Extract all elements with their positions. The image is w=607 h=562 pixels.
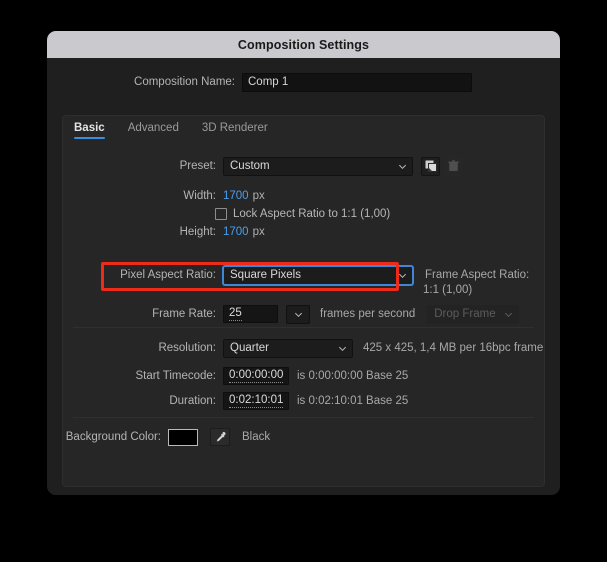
- background-color-row: Background Color: Black: [63, 427, 546, 447]
- composition-name-row: Composition Name:: [47, 72, 560, 92]
- resolution-value: Quarter: [230, 342, 269, 354]
- preset-row: Preset: Custom: [63, 156, 546, 176]
- chevron-down-icon: [338, 344, 347, 353]
- frame-rate-label: Frame Rate:: [63, 308, 223, 320]
- dialog-title: Composition Settings: [238, 38, 369, 52]
- dialog-footer: Preview Cancel OK: [47, 492, 560, 495]
- chevron-down-icon: [398, 271, 407, 280]
- eyedropper-button[interactable]: [210, 428, 230, 446]
- chevron-down-icon: [294, 310, 303, 319]
- divider-top: [73, 327, 534, 328]
- duration-label: Duration:: [63, 395, 223, 407]
- background-color-name: Black: [242, 431, 270, 443]
- height-row: Height: 1700 px: [63, 222, 546, 242]
- tab-basic[interactable]: Basic: [74, 122, 105, 139]
- width-value[interactable]: 1700: [223, 190, 249, 202]
- drop-frame-select[interactable]: Drop Frame: [427, 305, 519, 324]
- preset-label: Preset:: [63, 160, 223, 172]
- width-label: Width:: [63, 190, 223, 202]
- height-unit: px: [253, 226, 265, 238]
- start-timecode-row: Start Timecode: 0:00:00:00 is 0:00:00:00…: [63, 366, 546, 386]
- frame-rate-preset-select[interactable]: [286, 305, 310, 324]
- resolution-row: Resolution: Quarter 425 x 425, 1,4 MB pe…: [63, 338, 546, 358]
- basic-settings-panel: Basic Advanced 3D Renderer Preset: Custo…: [62, 115, 545, 487]
- lock-aspect-ratio-label: Lock Aspect Ratio to 1:1 (1,00): [233, 208, 390, 220]
- composition-settings-dialog: Composition Settings Composition Name: B…: [47, 31, 560, 495]
- start-timecode-input[interactable]: 0:00:00:00: [223, 367, 289, 385]
- frame-aspect-ratio-value-row: 1:1 (1,00): [63, 280, 560, 300]
- tab-advanced[interactable]: Advanced: [128, 122, 179, 139]
- lock-aspect-ratio-row: Lock Aspect Ratio to 1:1 (1,00): [63, 204, 560, 224]
- drop-frame-value: Drop Frame: [434, 308, 495, 320]
- width-unit: px: [253, 190, 265, 202]
- start-timecode-info: is 0:00:00:00 Base 25: [297, 370, 408, 382]
- save-preset-button[interactable]: [421, 157, 440, 176]
- resolution-select[interactable]: Quarter: [223, 339, 353, 358]
- dialog-body: Composition Name: Basic Advanced 3D Rend…: [47, 58, 560, 495]
- tab-bar: Basic Advanced 3D Renderer: [63, 122, 291, 146]
- background-color-label: Background Color:: [63, 431, 168, 443]
- preset-select[interactable]: Custom: [223, 157, 413, 176]
- trash-icon: [448, 160, 459, 172]
- resolution-info: 425 x 425, 1,4 MB per 16bpc frame: [363, 342, 543, 354]
- duration-row: Duration: 0:02:10:01 is 0:02:10:01 Base …: [63, 391, 546, 411]
- duration-info: is 0:02:10:01 Base 25: [297, 395, 408, 407]
- delete-preset-button[interactable]: [444, 157, 463, 176]
- start-timecode-label: Start Timecode:: [63, 370, 223, 382]
- frame-rate-input[interactable]: 25: [223, 305, 278, 323]
- tab-3d-renderer[interactable]: 3D Renderer: [202, 122, 268, 139]
- divider-bottom: [73, 417, 534, 418]
- frame-aspect-ratio-value: 1:1 (1,00): [423, 284, 472, 296]
- background-color-swatch[interactable]: [168, 429, 198, 446]
- width-row: Width: 1700 px: [63, 186, 546, 206]
- eyedropper-icon: [214, 431, 227, 444]
- start-timecode-value: 0:00:00:00: [229, 369, 283, 383]
- frames-per-second-label: frames per second: [320, 308, 415, 320]
- save-preset-icon: [425, 160, 437, 172]
- duration-value: 0:02:10:01: [229, 394, 283, 408]
- height-label: Height:: [63, 226, 223, 238]
- composition-name-input[interactable]: [242, 73, 472, 92]
- frame-rate-value: 25: [229, 307, 242, 321]
- chevron-down-icon: [504, 310, 513, 319]
- composition-name-label: Composition Name:: [47, 76, 242, 88]
- lock-aspect-ratio-checkbox[interactable]: [215, 208, 227, 220]
- duration-input[interactable]: 0:02:10:01: [223, 392, 289, 410]
- resolution-label: Resolution:: [63, 342, 223, 354]
- frame-rate-row: Frame Rate: 25 frames per second Drop Fr…: [63, 304, 546, 324]
- chevron-down-icon: [398, 162, 407, 171]
- dialog-titlebar: Composition Settings: [47, 31, 560, 58]
- height-value[interactable]: 1700: [223, 226, 249, 238]
- preset-value: Custom: [230, 160, 270, 172]
